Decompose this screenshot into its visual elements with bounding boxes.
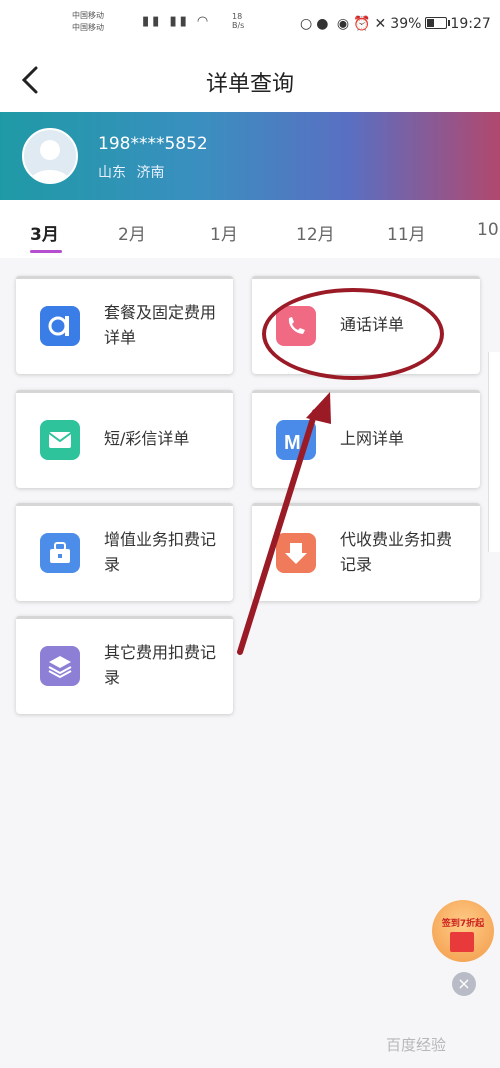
package-icon <box>40 306 80 346</box>
tab-december[interactable]: 12月 <box>296 220 335 245</box>
user-location: 山东 济南 <box>98 165 165 181</box>
tab-october[interactable]: 10 <box>477 220 499 240</box>
phone-call-icon <box>276 306 316 346</box>
card-package-fixed-fee[interactable]: 套餐及固定费用详单 <box>16 276 233 374</box>
card-label: 套餐及固定费用详单 <box>104 303 217 347</box>
status-right: ○ ● ◉ ⏰ ✕ 39% 19:27 <box>300 16 495 32</box>
internet-icon: M <box>276 420 316 460</box>
value-added-icon <box>40 533 80 573</box>
status-bar: 中国移动 中国移动 ▮▮ ▮▮ ◠ 18 B/s ○ ● ◉ ⏰ ✕ 39% 19:27 <box>0 0 500 48</box>
carrier-1: 中国移动 <box>72 11 104 20</box>
avatar <box>22 128 78 184</box>
alarm-icon: ⏰ <box>353 16 371 32</box>
month-tabs: 3月 2月 1月 12月 11月 10 <box>0 200 500 258</box>
mute-icon: ✕ <box>374 16 387 32</box>
card-label: 上网详单 <box>340 429 405 448</box>
chat-icon: ● <box>316 16 329 32</box>
tab-march[interactable]: 3月 <box>30 220 59 245</box>
card-collection-fee[interactable]: 代收费业务扣费记录 <box>252 503 480 601</box>
card-value-added-fee[interactable]: 增值业务扣费记录 <box>16 503 233 601</box>
gift-icon <box>450 932 474 952</box>
net-speed-value: 18 <box>232 12 243 21</box>
tab-november[interactable]: 11月 <box>387 220 426 245</box>
tab-february[interactable]: 2月 <box>118 220 146 245</box>
card-label: 增值业务扣费记录 <box>104 530 217 574</box>
user-icon <box>30 140 70 182</box>
carrier-2: 中国移动 <box>72 23 104 32</box>
tab-january[interactable]: 1月 <box>210 220 238 245</box>
signal-icons: ▮▮ ▮▮ ◠ <box>142 14 212 29</box>
phone-number: 198****5852 <box>98 134 208 154</box>
promo-text: 签到7折起 <box>441 919 485 929</box>
card-label: 通话详单 <box>340 315 405 334</box>
layers-icon <box>40 646 80 686</box>
carrier-info: 中国移动 中国移动 <box>72 10 104 34</box>
page-title: 详单查询 <box>205 72 294 97</box>
battery-icon <box>425 17 451 29</box>
promo-floating-button[interactable]: 签到7折起 <box>432 900 494 962</box>
card-label: 短/彩信详单 <box>104 429 190 448</box>
close-icon[interactable]: × <box>452 972 476 996</box>
partial-side-panel <box>488 352 500 552</box>
collection-fee-icon <box>276 533 316 573</box>
user-banner: 198****5852 山东 济南 <box>0 112 500 200</box>
message-icon <box>40 420 80 460</box>
card-sms-mms-detail[interactable]: 短/彩信详单 <box>16 390 233 488</box>
svg-text:M: M <box>284 432 301 454</box>
battery-percent: 39% <box>390 16 422 32</box>
notification-icon: ○ <box>300 16 313 32</box>
eye-icon: ◉ <box>336 16 350 32</box>
net-speed: 18 B/s <box>232 12 244 30</box>
card-label: 其它费用扣费记录 <box>104 643 217 687</box>
card-label: 代收费业务扣费记录 <box>340 530 453 574</box>
card-internet-detail[interactable]: M 上网详单 <box>252 390 480 488</box>
net-speed-unit: B/s <box>232 21 245 30</box>
clock-time: 19:27 <box>450 16 491 32</box>
card-other-fee[interactable]: 其它费用扣费记录 <box>16 616 233 714</box>
active-tab-indicator <box>30 250 62 253</box>
header: 详单查询 <box>0 48 500 112</box>
watermark: 百度经验 <box>386 1036 447 1054</box>
card-call-detail[interactable]: 通话详单 <box>252 276 480 374</box>
